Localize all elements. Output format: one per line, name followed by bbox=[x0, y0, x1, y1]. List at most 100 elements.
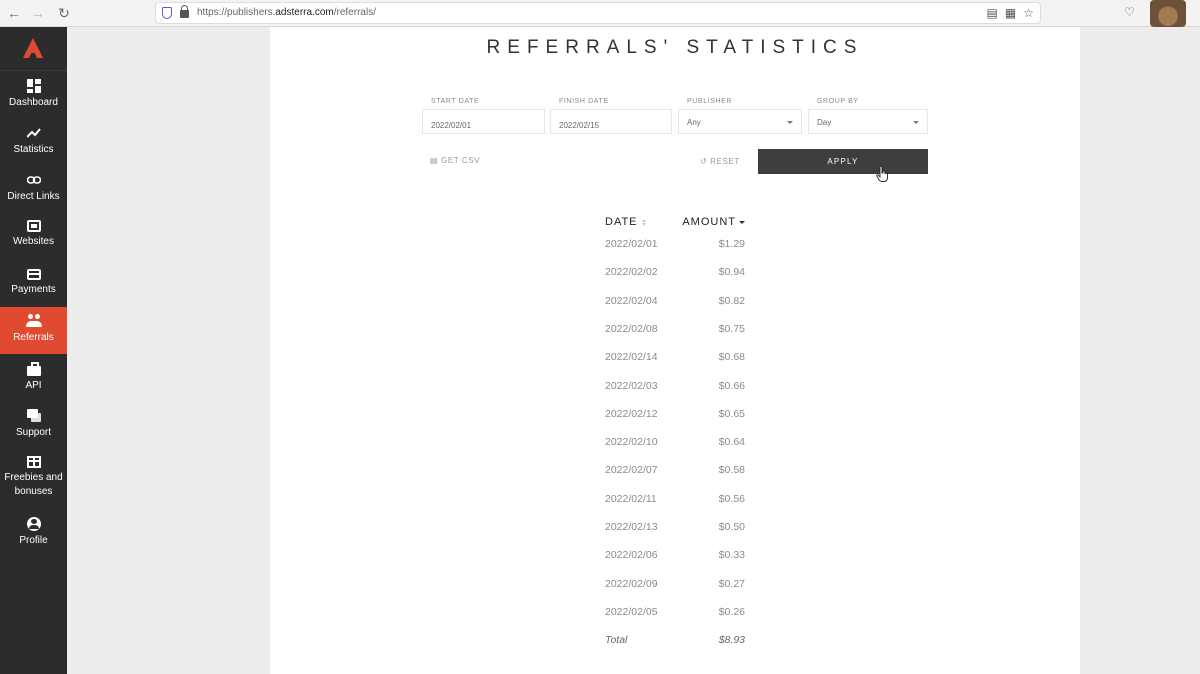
row-amount: $0.64 bbox=[718, 436, 745, 449]
row-amount: $0.58 bbox=[718, 464, 745, 477]
back-arrow-icon[interactable]: ← bbox=[4, 4, 24, 22]
adsterra-logo-icon bbox=[23, 38, 43, 58]
sort-desc-icon bbox=[739, 220, 745, 224]
row-amount: $0.50 bbox=[718, 521, 745, 533]
bookmark-star-icon[interactable]: ☆ bbox=[1023, 6, 1034, 20]
reload-icon[interactable]: ↻ bbox=[54, 4, 74, 22]
get-csv-label: GET CSV bbox=[441, 156, 481, 165]
sidebar-item-profile[interactable]: Profile bbox=[0, 510, 67, 557]
table-row: 2022/02/01 $1.29 bbox=[605, 238, 745, 252]
row-amount: $0.33 bbox=[718, 549, 745, 562]
finish-date-input[interactable] bbox=[550, 109, 672, 134]
pocket-icon[interactable]: ♡ bbox=[1124, 5, 1135, 19]
table-row: 2022/02/12 $0.65 bbox=[605, 408, 745, 422]
row-date: 2022/02/06 bbox=[605, 549, 658, 562]
row-amount: $0.82 bbox=[718, 294, 745, 307]
sidebar-item-support[interactable]: Support bbox=[0, 402, 67, 449]
row-amount: $0.56 bbox=[718, 492, 745, 505]
main-content: REFERRALS' STATISTICS START DATE FINISH … bbox=[270, 27, 1080, 674]
hand-cursor-icon bbox=[876, 166, 888, 182]
row-amount: $0.66 bbox=[718, 379, 745, 392]
apply-button[interactable]: APPLY bbox=[758, 149, 928, 174]
row-date: 2022/02/03 bbox=[605, 379, 658, 392]
table-row: 2022/02/06 $0.33 bbox=[605, 549, 745, 563]
total-amount: $8.93 bbox=[718, 634, 745, 647]
translate-icon[interactable]: ▦ bbox=[1005, 6, 1016, 20]
row-date: 2022/02/10 bbox=[605, 436, 658, 449]
start-date-label: START DATE bbox=[431, 98, 480, 105]
sort-icon bbox=[641, 218, 647, 226]
group-by-select[interactable]: Day bbox=[808, 109, 928, 134]
card-icon bbox=[26, 269, 41, 280]
briefcase-icon bbox=[26, 362, 41, 376]
sidebar-item-label: Support bbox=[15, 427, 52, 438]
reset-link[interactable]: ↺ RESET bbox=[700, 157, 740, 166]
sidebar-item-label: Direct Links bbox=[7, 191, 60, 202]
table-row: 2022/02/10 $0.64 bbox=[605, 436, 745, 450]
adsterra-logo[interactable] bbox=[0, 27, 67, 71]
sidebar-item-direct-links[interactable]: Direct Links bbox=[0, 166, 67, 213]
row-date: 2022/02/12 bbox=[605, 407, 658, 420]
row-date: 2022/02/13 bbox=[605, 521, 658, 533]
sidebar-item-websites[interactable]: Websites bbox=[0, 213, 67, 260]
amount-column-header[interactable]: AMOUNT bbox=[682, 216, 745, 228]
sidebar-item-payments[interactable]: Payments bbox=[0, 260, 67, 307]
row-date: 2022/02/11 bbox=[605, 492, 657, 505]
gift-icon bbox=[26, 456, 41, 468]
table-row: 2022/02/14 $0.68 bbox=[605, 351, 745, 365]
sidebar-item-label: API bbox=[25, 380, 42, 391]
lock-icon[interactable] bbox=[180, 5, 189, 18]
reset-label: RESET bbox=[710, 157, 740, 166]
row-amount: $0.27 bbox=[718, 577, 745, 590]
row-date: 2022/02/05 bbox=[605, 605, 658, 618]
website-icon bbox=[26, 220, 41, 232]
profile-avatar[interactable] bbox=[1150, 0, 1186, 27]
row-amount: $0.68 bbox=[718, 351, 745, 364]
row-date: 2022/02/09 bbox=[605, 577, 658, 590]
sidebar-item-label: Payments bbox=[11, 284, 56, 295]
sidebar-item-label: Dashboard bbox=[9, 97, 58, 108]
url-text[interactable]: https://publishers.adsterra.com/referral… bbox=[197, 7, 376, 18]
sidebar-item-label: Freebies and bonuses bbox=[4, 472, 63, 497]
reset-icon: ↺ bbox=[700, 157, 708, 166]
row-date: 2022/02/07 bbox=[605, 464, 658, 477]
group-by-label: GROUP BY bbox=[817, 98, 859, 105]
date-header-label: DATE bbox=[605, 216, 638, 228]
publisher-select[interactable]: Any bbox=[678, 109, 802, 134]
link-icon bbox=[26, 173, 41, 187]
sidebar-item-api[interactable]: API bbox=[0, 355, 67, 402]
sidebar-item-statistics[interactable]: Statistics bbox=[0, 119, 67, 166]
table-row: 2022/02/08 $0.75 bbox=[605, 323, 745, 337]
people-icon bbox=[25, 314, 42, 328]
start-date-input[interactable] bbox=[422, 109, 545, 134]
forward-arrow-icon[interactable]: → bbox=[28, 4, 48, 22]
address-bar[interactable]: https://publishers.adsterra.com/referral… bbox=[155, 2, 1041, 24]
table-row: 2022/02/05 $0.26 bbox=[605, 606, 745, 620]
sidebar-item-freebies[interactable]: Freebies and bonuses bbox=[0, 449, 67, 505]
chat-icon bbox=[26, 409, 41, 423]
publisher-label: PUBLISHER bbox=[687, 98, 733, 105]
table-total-row: Total $8.93 bbox=[605, 634, 745, 648]
date-column-header[interactable]: DATE bbox=[605, 216, 647, 228]
row-amount: $0.26 bbox=[718, 605, 745, 618]
table-row: 2022/02/04 $0.82 bbox=[605, 295, 745, 309]
caret-down-icon bbox=[913, 121, 919, 124]
sidebar-item-dashboard[interactable]: Dashboard bbox=[0, 72, 67, 119]
table-row: 2022/02/13 $0.50 bbox=[605, 521, 745, 535]
row-date: 2022/02/04 bbox=[605, 294, 658, 307]
sidebar-item-label: Referrals bbox=[13, 332, 54, 343]
finish-date-label: FINISH DATE bbox=[559, 98, 609, 105]
row-date: 2022/02/14 bbox=[605, 351, 658, 364]
sidebar-item-referrals[interactable]: Referrals bbox=[0, 307, 67, 354]
sidebar: Dashboard Statistics Direct Links Websit… bbox=[0, 27, 67, 674]
shield-icon[interactable] bbox=[162, 7, 172, 19]
get-csv-link[interactable]: ▤ GET CSV bbox=[430, 156, 480, 165]
reader-view-icon[interactable]: ▤ bbox=[987, 6, 998, 20]
chart-icon bbox=[25, 126, 41, 140]
sidebar-item-label: Profile bbox=[19, 535, 48, 546]
table-row: 2022/02/09 $0.27 bbox=[605, 578, 745, 592]
document-icon: ▤ bbox=[430, 156, 439, 165]
row-date: 2022/02/01 bbox=[605, 238, 658, 250]
row-amount: $0.94 bbox=[718, 266, 745, 279]
row-date: 2022/02/08 bbox=[605, 322, 658, 335]
